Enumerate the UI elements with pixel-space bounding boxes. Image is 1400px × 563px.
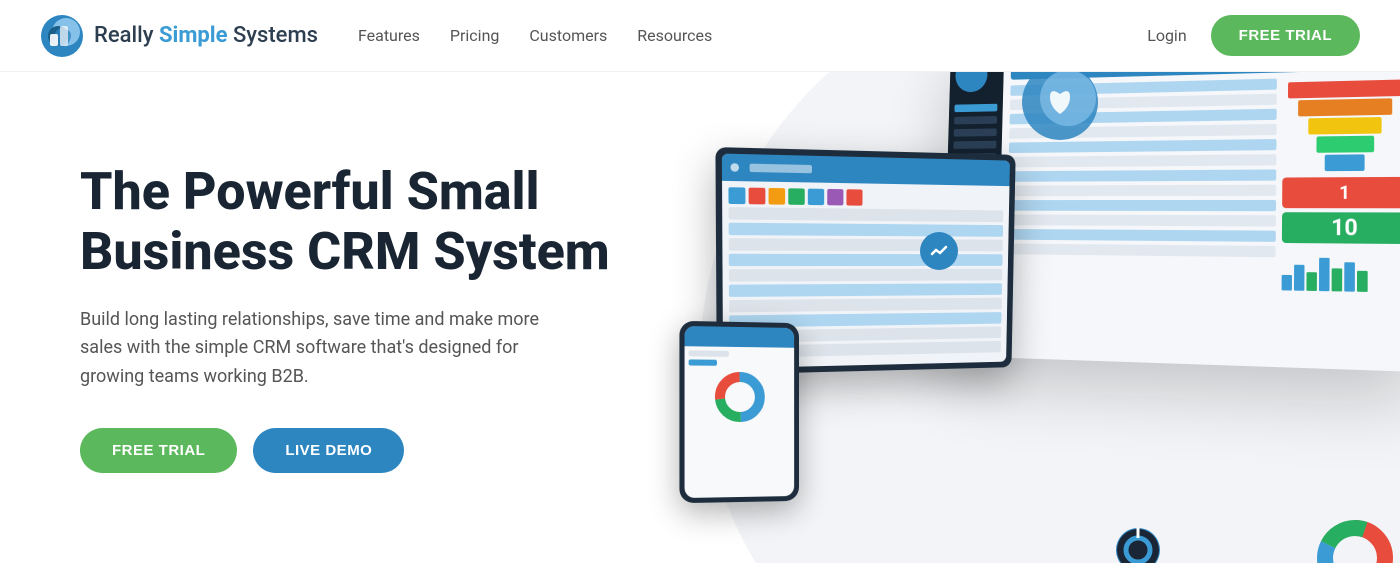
- float-ball-1: [920, 232, 958, 270]
- nav-customers[interactable]: Customers: [529, 26, 607, 45]
- nav-right: Login FREE TRIAL: [1147, 15, 1360, 56]
- float-heart-icon: [1020, 72, 1100, 142]
- login-link[interactable]: Login: [1147, 26, 1186, 45]
- free-trial-nav-button[interactable]: FREE TRIAL: [1211, 15, 1360, 56]
- screen-phone: [679, 321, 799, 503]
- hero-section: The Powerful Small Business CRM System B…: [0, 72, 1400, 563]
- hero-illustration: 1 10: [640, 72, 1400, 563]
- logo-icon: [40, 14, 84, 58]
- hero-free-trial-button[interactable]: FREE TRIAL: [80, 428, 237, 473]
- big-card-teal: 10: [1282, 212, 1400, 244]
- funnel-chart: [1282, 79, 1400, 171]
- navbar: Really Simple Systems Features Pricing C…: [0, 0, 1400, 72]
- float-ball-2: [1116, 528, 1160, 563]
- hero-headline: The Powerful Small Business CRM System: [80, 162, 610, 282]
- main-nav: Features Pricing Customers Resources: [358, 26, 712, 45]
- big-card-red: 1: [1282, 177, 1400, 208]
- big-bar-chart: [1282, 249, 1400, 293]
- logo-text: Really Simple Systems: [94, 23, 318, 48]
- hero-buttons: FREE TRIAL LIVE DEMO: [80, 428, 610, 473]
- nav-resources[interactable]: Resources: [637, 26, 712, 45]
- hero-left: The Powerful Small Business CRM System B…: [0, 162, 610, 473]
- float-donut-chart: [1315, 518, 1395, 563]
- hero-subtext: Build long lasting relationships, save t…: [80, 306, 570, 392]
- logo-link[interactable]: Really Simple Systems: [40, 14, 318, 58]
- nav-pricing[interactable]: Pricing: [450, 26, 500, 45]
- hero-live-demo-button[interactable]: LIVE DEMO: [253, 428, 404, 473]
- nav-features[interactable]: Features: [358, 26, 420, 45]
